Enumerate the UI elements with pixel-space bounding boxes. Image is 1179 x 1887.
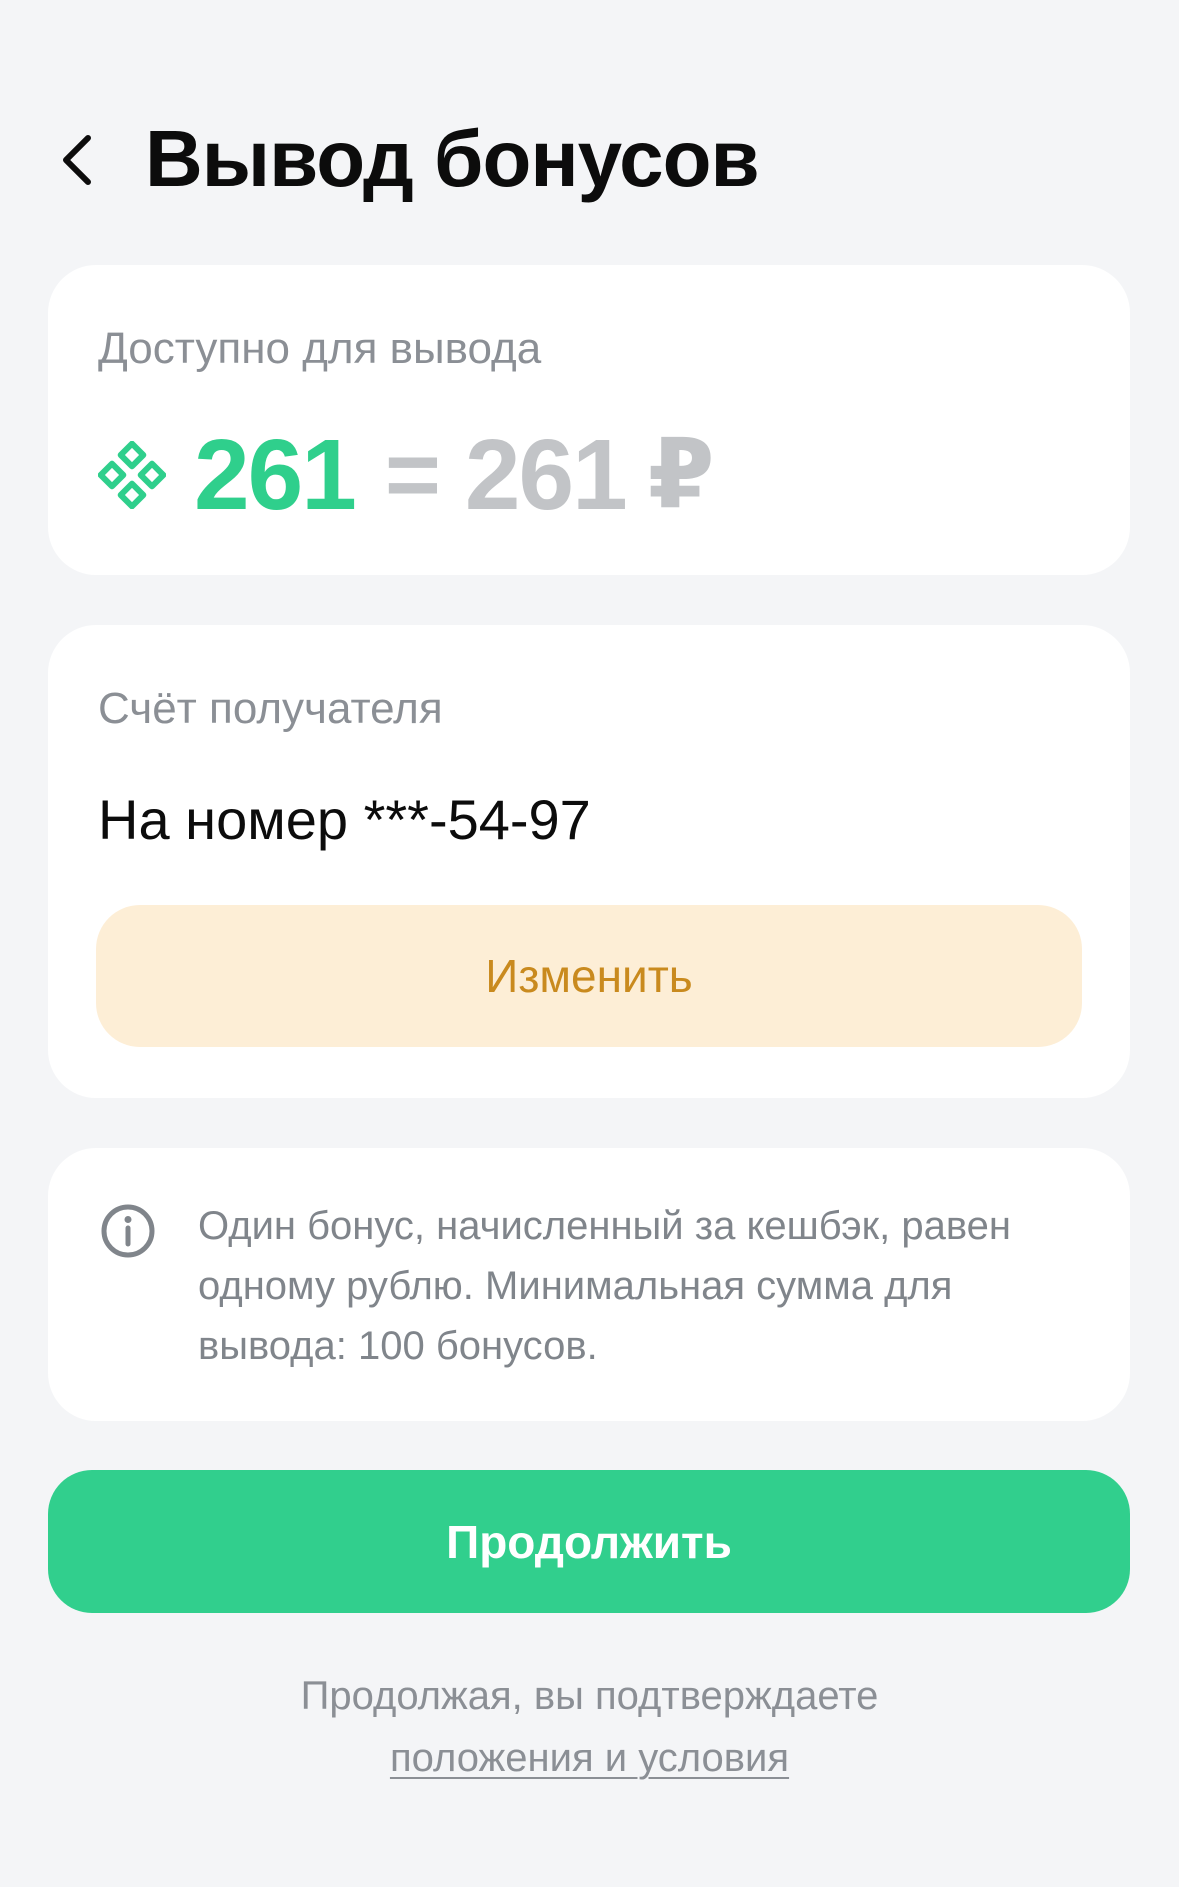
bonus-diamond-icon bbox=[98, 441, 166, 509]
footer: Продолжая, вы подтверждаете положения и … bbox=[0, 1665, 1179, 1789]
balance-card: Доступно для вывода 261 = 261 ₽ bbox=[48, 265, 1130, 575]
terms-link[interactable]: положения и условия bbox=[390, 1736, 789, 1780]
balance-label: Доступно для вывода bbox=[98, 324, 542, 373]
balance-row: 261 = 261 ₽ bbox=[98, 415, 715, 535]
info-icon bbox=[101, 1204, 155, 1258]
info-card: Один бонус, начисленный за кешбэк, равен… bbox=[48, 1148, 1130, 1421]
account-number: На номер ***-54-97 bbox=[98, 788, 591, 851]
page-title: Вывод бонусов bbox=[145, 114, 760, 203]
account-label: Счёт получателя bbox=[98, 684, 443, 733]
change-account-button[interactable]: Изменить bbox=[96, 905, 1082, 1047]
header: Вывод бонусов bbox=[0, 100, 1179, 220]
continue-button[interactable]: Продолжить bbox=[48, 1470, 1130, 1613]
currency-sign: ₽ bbox=[647, 421, 715, 528]
rub-amount: 261 bbox=[464, 419, 628, 531]
back-button[interactable] bbox=[58, 125, 118, 195]
equals-sign: = bbox=[384, 421, 441, 528]
account-card: Счёт получателя На номер ***-54-97 Измен… bbox=[48, 625, 1130, 1098]
footer-text: Продолжая, вы подтверждаете bbox=[300, 1674, 879, 1718]
bonus-amount: 261 bbox=[194, 419, 357, 531]
info-text: Один бонус, начисленный за кешбэк, равен… bbox=[198, 1204, 1011, 1368]
chevron-left-icon bbox=[63, 135, 91, 185]
